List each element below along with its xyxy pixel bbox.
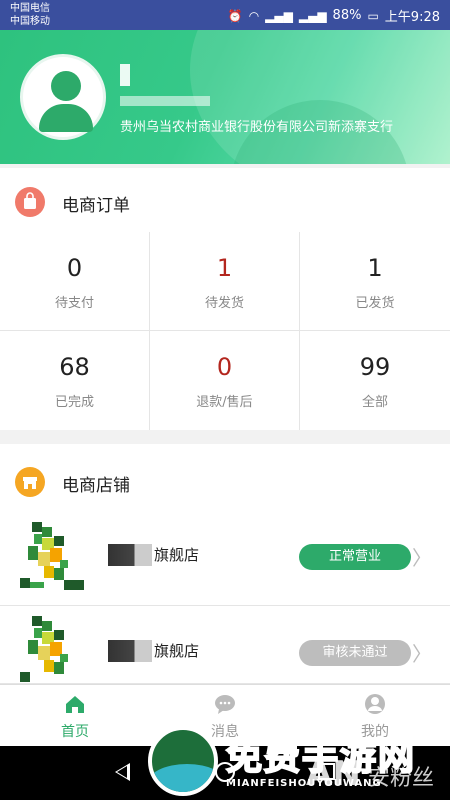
watermark-an-text: 安粉丝 [368,766,435,791]
shop-status-badge: 审核未通过 [299,640,411,666]
clock: 上午9:28 [384,10,440,25]
carrier-labels: 中国电信 中国移动 [10,2,50,28]
status-icons: ⏰ ◠ ▂▄▆ ▂▄▆ 88% ▭ 上午9:28 [228,6,440,25]
order-label: 已发货 [355,296,395,311]
bank-name: 贵州乌当农村商业银行股份有限公司新添寨支行 [120,120,394,135]
chevron-right-icon: 〉 [412,546,432,570]
status-bar: 中国电信 中国移动 ⏰ ◠ ▂▄▆ ▂▄▆ 88% ▭ 上午9:28 [0,0,450,30]
order-count: 99 [359,353,391,381]
home-icon [64,693,86,715]
carrier-1: 中国电信 [10,3,50,14]
message-icon [214,693,236,715]
profile-icon [364,693,386,715]
order-refund[interactable]: 0 退款/售后 [150,331,300,430]
shop-logo [20,522,88,592]
order-label: 待发货 [204,296,244,311]
order-count: 0 [66,254,83,282]
profile-header: 贵州乌当农村商业银行股份有限公司新添寨支行 [0,30,450,164]
order-label: 全部 [361,395,388,410]
signal-4g-icon: ▂▄▆ [265,8,293,23]
store-icon [15,467,45,497]
shop-row[interactable]: 旗舰店 审核未通过 〉 [0,606,450,684]
username-redacted [120,64,130,86]
wifi-icon: ◠ [248,8,260,23]
orders-section-header: 电商订单 [0,168,450,234]
order-all[interactable]: 99 全部 [300,331,450,430]
orders-section-title: 电商订单 [62,196,130,216]
order-label: 退款/售后 [196,395,253,410]
shops-section-title: 电商店铺 [62,476,130,496]
tab-label: 首页 [61,724,89,740]
order-pending-shipment[interactable]: 1 待发货 [150,232,300,331]
orders-grid: 0 待支付 1 待发货 1 已发货 68 已完成 0 退款/售后 99 全部 [0,232,450,430]
order-count: 1 [216,254,233,282]
battery-icon: ▭ [367,8,379,23]
shop-name-redacted [108,640,152,662]
battery-percent: 88% [332,8,362,23]
shop-name-redacted [108,544,152,566]
shop-logo [20,616,88,686]
order-pending-payment[interactable]: 0 待支付 [0,232,150,331]
shop-name: 旗舰店 [154,546,200,564]
alarm-icon: ⏰ [227,8,243,23]
watermark-an: AN [306,754,361,794]
order-completed[interactable]: 68 已完成 [0,331,150,430]
watermark-logo-icon [148,726,218,796]
shop-row[interactable]: 旗舰店 正常营业 〉 [0,508,450,606]
shopping-bag-icon [15,187,45,217]
order-label: 待支付 [54,296,94,311]
shops-section-header: 电商店铺 [0,444,450,510]
carrier-2: 中国移动 [10,16,50,27]
shop-status-badge: 正常营业 [299,544,411,570]
tab-home[interactable]: 首页 [0,685,150,747]
user-avatar-icon[interactable] [20,54,106,140]
chevron-right-icon: 〉 [412,642,432,666]
order-count: 1 [367,254,383,282]
shop-name: 旗舰店 [154,642,200,660]
back-icon[interactable] [115,763,130,781]
signal-2g-icon: ▂▄▆ [298,8,327,23]
order-shipped[interactable]: 1 已发货 [300,232,450,331]
order-label: 已完成 [54,395,94,410]
order-count: 0 [216,353,233,381]
user-id-redacted [120,96,210,106]
order-count: 68 [59,353,90,381]
watermark: 免费手游网 MIANFEISHOUYOUWANG AN 安粉丝 [148,726,448,800]
